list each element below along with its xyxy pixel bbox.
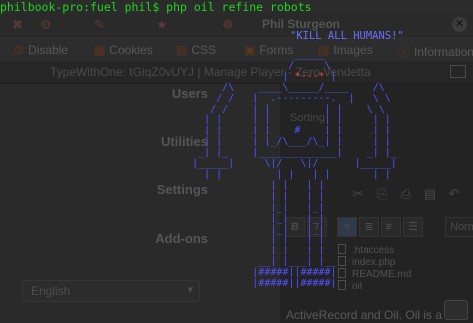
cookie-icon: ▦ (94, 43, 106, 57)
robot-line: | | | | (168, 179, 325, 191)
language-value: English (31, 284, 71, 298)
devbar-cookies[interactable]: ▦ Cookies (94, 43, 153, 57)
robot-line: / / | .---------. | \ \ (168, 92, 391, 104)
robot-line: _____ (168, 49, 325, 60)
shell-command: php oil refine robots (166, 0, 312, 14)
robot-line: | | | | (168, 234, 325, 246)
info-icon: ⓘ (398, 45, 411, 59)
robot-line: |_| |_| (168, 201, 325, 213)
robot-line: / \ (168, 59, 331, 71)
devbar-label: Disable (28, 43, 69, 57)
robot-line: | | | | (168, 245, 325, 257)
robot-line: /\ ____\_____/____ /\ (168, 81, 385, 93)
robot-line: _| |_ |_____________| _| |_ (168, 147, 397, 159)
undo-icon[interactable]: ↶ (446, 186, 462, 204)
robot-speech: "KILL ALL HUMANS!" (290, 30, 404, 42)
star-icon[interactable]: ★ (156, 14, 168, 36)
paste-text-icon[interactable]: ▤ (422, 186, 438, 204)
format-select[interactable]: Normal (445, 217, 473, 237)
pencil-icon[interactable]: ☸ (222, 14, 234, 36)
robot-line: | | | | # | | | | (168, 125, 391, 137)
robot-line: __| |___| |__ (168, 256, 337, 268)
robot-line: |#####||#####| (168, 278, 337, 290)
robot-line: |_| |_| (168, 223, 325, 235)
justify-button[interactable]: ☰ (403, 217, 423, 237)
devbar-disable[interactable]: ⊘ Disable (14, 43, 68, 57)
devbar-label: Cookies (109, 43, 153, 57)
robot-line: |#####||#####| (168, 267, 337, 279)
robot-line: | | | | (168, 190, 325, 202)
disable-icon: ⊘ (14, 43, 25, 57)
fire-icon[interactable]: ✎ (94, 14, 105, 36)
paste-icon[interactable]: ⎙ (398, 186, 414, 204)
robot-line: / / | | | | \ \ (168, 103, 385, 115)
devbar-information[interactable]: ⓘ Information (398, 43, 473, 60)
devbar-label: Information (414, 45, 473, 59)
robot-line: | | | |_/\___/\_| | | | (168, 136, 391, 148)
user-name[interactable]: Phil Sturgeon (262, 17, 340, 31)
robot-line: | | | | | | | | (168, 114, 391, 126)
terminal-prompt-line: philbook-pro:fuel phil$ php oil refine r… (0, 0, 312, 14)
gear-icon[interactable]: ⚙ (40, 14, 52, 36)
robot-eyes: *---* (294, 70, 325, 82)
shell-prompt: philbook-pro:fuel phil$ (0, 0, 167, 14)
scrollbar-thumb[interactable] (444, 300, 468, 320)
close-icon[interactable]: ✕ (452, 17, 467, 32)
robot-line: |_____| \|/ \|/ |_____| (168, 158, 397, 170)
robot-line: | | | | | | | | (168, 168, 391, 180)
robot-line: |_| |_| (168, 212, 325, 224)
tool-icon[interactable]: ✖ (12, 14, 23, 36)
body-text: ActiveRecord and Oil. Oil is a slick (286, 308, 469, 322)
ascii-robot: _____ / \ | *---* | /\ ____\_____/____ /… (168, 49, 397, 290)
robot-line: | *---* | (168, 70, 337, 82)
mail-icon[interactable] (450, 65, 466, 78)
